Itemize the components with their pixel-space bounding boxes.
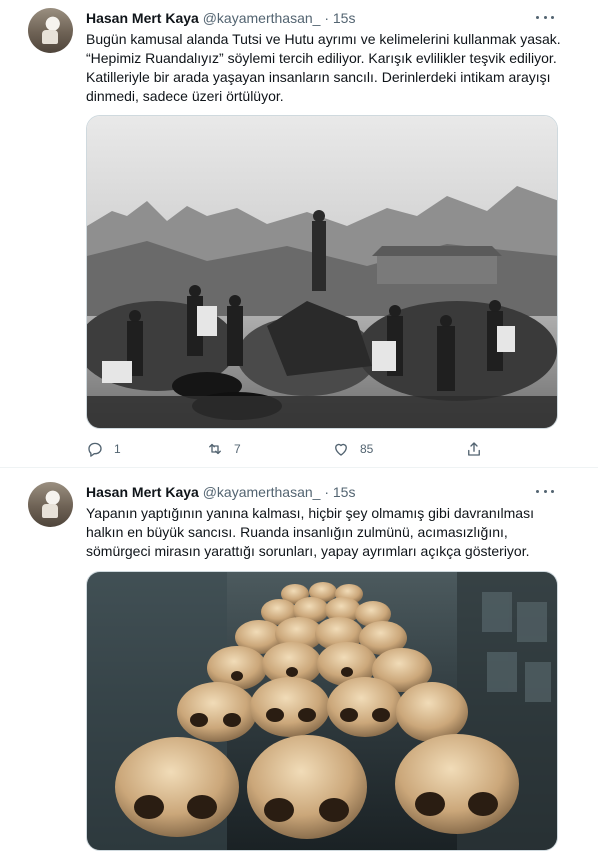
like-button[interactable]: 85 bbox=[332, 440, 373, 458]
avatar[interactable] bbox=[28, 482, 73, 527]
reply-icon bbox=[88, 442, 102, 457]
like-count: 85 bbox=[360, 442, 374, 456]
skulls-memorial-photo bbox=[87, 572, 557, 850]
tweet[interactable]: Hasan Mert Kaya @kayamerthasan_ · 15s Ya… bbox=[0, 468, 598, 851]
tweet-paragraph: Bugün kamusal alanda Tutsi ve Hutu ayrım… bbox=[86, 31, 561, 104]
avatar[interactable] bbox=[28, 8, 73, 53]
retweet-count: 7 bbox=[234, 442, 241, 456]
tweet-text: Yapanın yaptığının yanına kalması, hiçbi… bbox=[86, 504, 564, 561]
retweet-button[interactable]: 7 bbox=[206, 440, 241, 458]
tweet-header: Hasan Mert Kaya @kayamerthasan_ · 15s bbox=[86, 484, 355, 500]
separator-dot: · bbox=[324, 484, 329, 500]
reply-button[interactable]: 1 bbox=[86, 440, 121, 458]
author-handle[interactable]: @kayamerthasan_ bbox=[203, 484, 321, 500]
tweet-actions: 1 7 85 bbox=[86, 440, 506, 462]
more-options-icon[interactable] bbox=[536, 8, 554, 26]
share-button[interactable] bbox=[465, 440, 483, 458]
timestamp[interactable]: 15s bbox=[333, 484, 356, 500]
tweet-header: Hasan Mert Kaya @kayamerthasan_ · 15s bbox=[86, 10, 355, 26]
tweet-media-image[interactable] bbox=[86, 115, 558, 429]
tweet-media-image[interactable] bbox=[86, 571, 558, 851]
tweet-paragraph: Yapanın yaptığının yanına kalması, hiçbi… bbox=[86, 505, 534, 559]
author-name[interactable]: Hasan Mert Kaya bbox=[86, 10, 199, 26]
tweet-text: Bugün kamusal alanda Tutsi ve Hutu ayrım… bbox=[86, 30, 564, 106]
timestamp[interactable]: 15s bbox=[333, 10, 356, 26]
reply-count: 1 bbox=[114, 442, 121, 456]
black-and-white-crowd-photo bbox=[87, 116, 557, 428]
retweet-icon bbox=[209, 443, 221, 455]
share-icon bbox=[468, 442, 480, 456]
more-options-icon[interactable] bbox=[536, 482, 554, 500]
heart-icon bbox=[335, 443, 347, 456]
author-name[interactable]: Hasan Mert Kaya bbox=[86, 484, 199, 500]
tweet[interactable]: Hasan Mert Kaya @kayamerthasan_ · 15s Bu… bbox=[0, 0, 598, 468]
author-handle[interactable]: @kayamerthasan_ bbox=[203, 10, 321, 26]
separator-dot: · bbox=[324, 10, 329, 26]
